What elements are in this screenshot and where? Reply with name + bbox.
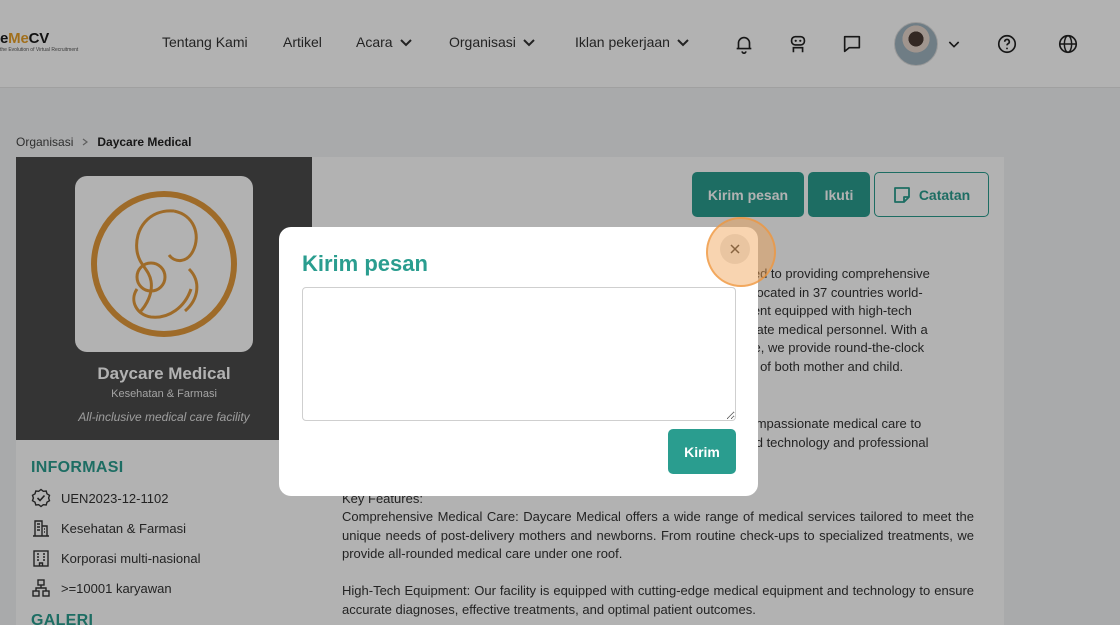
close-button[interactable] (720, 234, 750, 264)
send-button[interactable]: Kirim (668, 429, 736, 474)
send-message-modal: Kirim pesan Kirim (279, 227, 758, 496)
modal-title: Kirim pesan (302, 251, 428, 276)
close-icon (730, 244, 740, 254)
message-textarea[interactable] (302, 287, 736, 421)
